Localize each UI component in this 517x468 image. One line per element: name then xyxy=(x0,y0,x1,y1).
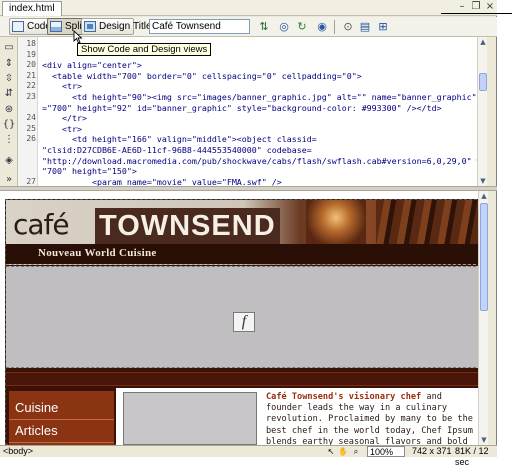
line-number: 26 xyxy=(26,134,36,144)
code-line: <div align="center"> xyxy=(42,60,142,71)
code-line: <td height="90"><img src="images/banner_… xyxy=(42,92,487,102)
coding-toolbar: ▭ ⇕ ⇳ ⇵ ⊛ {} ⋮ ◈ » xyxy=(0,37,18,186)
line-number: 24 xyxy=(26,113,36,123)
intro-paragraph: Café Townsend's visionary chef and found… xyxy=(266,392,478,445)
code-line: <param name="movie" value="FMA.swf" /> xyxy=(42,176,282,186)
split-tooltip: Show Code and Design views xyxy=(77,43,212,56)
check-browser-compatibility-icon[interactable]: ⊞ xyxy=(375,20,391,34)
code-line: <td height="166" valign="middle"><object… xyxy=(42,134,317,145)
open-documents-icon[interactable]: ▭ xyxy=(2,41,16,54)
window-size[interactable]: 742 x 371 xyxy=(412,446,452,457)
select-parent-tag-icon[interactable]: ⊛ xyxy=(2,103,16,116)
nav-divider xyxy=(9,442,114,443)
collapse-tag-icon[interactable]: ⇕ xyxy=(2,57,16,70)
scroll-up-arrow-icon[interactable]: ▲ xyxy=(479,191,488,201)
design-scroll-thumb[interactable] xyxy=(480,203,488,311)
intro-bold-text: Café Townsend's visionary chef xyxy=(266,392,422,402)
line-number: 18 xyxy=(26,39,36,48)
line-number: 21 xyxy=(26,70,36,80)
code-line: <table width="700" border="0" cellspacin… xyxy=(42,70,362,81)
expand-all-icon[interactable]: ⇵ xyxy=(2,87,16,100)
code-line: <tr> xyxy=(42,81,82,92)
select-tool-icon[interactable]: ↖ xyxy=(326,447,336,457)
code-vertical-scrollbar[interactable]: ▲ ▼ xyxy=(477,37,487,186)
design-view-icon xyxy=(84,21,96,32)
scroll-up-arrow-icon[interactable]: ▲ xyxy=(478,37,487,47)
code-line: <tr> xyxy=(42,123,82,134)
design-view-label: Design xyxy=(99,21,131,32)
code-line: "clsid:D27CDB6E-AE6D-11cf-96B8-444553540… xyxy=(42,145,312,155)
nav-item-articles[interactable]: Articles xyxy=(15,423,58,438)
download-size: 81K / 12 sec xyxy=(455,446,489,467)
code-line: </tr> xyxy=(42,113,87,124)
validate-markup-icon[interactable]: ▤ xyxy=(357,20,373,34)
refresh-design-view-icon[interactable]: ↻ xyxy=(294,20,310,34)
nav-menu: Cuisine Articles xyxy=(9,391,114,445)
code-view-icon xyxy=(12,21,24,32)
nav-divider xyxy=(9,419,114,420)
collapse-selection-icon[interactable]: ⇳ xyxy=(2,72,16,85)
minimize-icon[interactable]: – xyxy=(456,1,468,13)
more-tools-icon[interactable]: » xyxy=(2,173,16,186)
line-number: 23 xyxy=(26,92,36,101)
design-view[interactable]: café TOWNSEND Nouveau World Cuisine f Cu… xyxy=(0,191,488,445)
restore-icon[interactable]: ❐ xyxy=(470,1,482,13)
design-vertical-scrollbar[interactable]: ▲ ▼ xyxy=(478,191,488,445)
scroll-down-arrow-icon[interactable]: ▼ xyxy=(479,435,488,445)
code-line: "700" height="150"> xyxy=(42,166,137,177)
banner-lamp-photo xyxy=(306,200,366,244)
banner-graphic[interactable]: café TOWNSEND Nouveau World Cuisine xyxy=(6,200,481,265)
flash-movie-placeholder[interactable]: f xyxy=(6,266,481,368)
nav-item-cuisine[interactable]: Cuisine xyxy=(15,400,58,415)
design-view-button[interactable]: Design xyxy=(81,18,135,35)
page-layout-table: café TOWNSEND Nouveau World Cuisine f Cu… xyxy=(5,199,482,445)
banner-logo-townsend: TOWNSEND xyxy=(95,208,280,244)
tag-selector-body[interactable]: <body> xyxy=(3,446,33,457)
zoom-tool-icon[interactable]: ⌕ xyxy=(351,447,361,457)
line-number: 20 xyxy=(26,60,36,70)
document-title-bar: index.html – ❐ × xyxy=(0,0,497,16)
zoom-select[interactable]: 100% xyxy=(367,446,405,457)
preview-in-browser-icon[interactable]: ◎ xyxy=(276,20,292,34)
line-number: 25 xyxy=(26,123,36,133)
code-scroll-thumb[interactable] xyxy=(479,73,487,91)
document-tab[interactable]: index.html xyxy=(2,1,62,16)
flash-icon: f xyxy=(233,312,255,332)
line-number: 27 xyxy=(26,176,36,186)
hand-tool-icon[interactable]: ✋ xyxy=(338,447,348,457)
divider-band xyxy=(6,372,481,386)
line-number-gutter: 18 19 20 21 22 23 24 25 26 27 xyxy=(18,37,38,186)
mouse-cursor-icon xyxy=(73,30,83,44)
page-title-input[interactable] xyxy=(149,19,250,34)
banner-tagline: Nouveau World Cuisine xyxy=(38,247,157,259)
balance-braces-icon[interactable]: {} xyxy=(2,118,16,131)
line-number: 19 xyxy=(26,49,36,59)
image-placeholder[interactable] xyxy=(123,392,257,445)
split-view-icon xyxy=(50,21,62,32)
banner-chairs-photo xyxy=(376,200,481,244)
highlight-invalid-code-icon[interactable]: ◈ xyxy=(2,154,16,167)
toolbar-separator xyxy=(334,20,335,34)
dreamweaver-document-window: index.html – ❐ × Code Split Design Title… xyxy=(0,0,497,467)
visual-aids-icon[interactable]: ⊙ xyxy=(340,20,356,34)
code-view[interactable]: 18 19 20 21 22 23 24 25 26 27 <div align="center"… xyxy=(18,37,487,186)
scroll-down-arrow-icon[interactable]: ▼ xyxy=(478,176,487,186)
close-icon[interactable]: × xyxy=(484,1,496,13)
view-options-icon[interactable]: ◉ xyxy=(314,20,330,34)
callout-line xyxy=(441,13,512,14)
file-management-icon[interactable]: ⇅ xyxy=(256,20,272,34)
code-line: ="700" height="92" id="banner_graphic" s… xyxy=(42,102,442,113)
code-line: "http://download.macromedia.com/pub/shoc… xyxy=(42,155,487,166)
status-bar: <body> ↖ ✋ ⌕ 100% 742 x 371 81K / 12 sec xyxy=(0,445,497,467)
banner-logo-cafe: café xyxy=(13,208,70,241)
line-numbers-icon[interactable]: ⋮ xyxy=(2,133,16,146)
line-number: 22 xyxy=(26,81,36,91)
